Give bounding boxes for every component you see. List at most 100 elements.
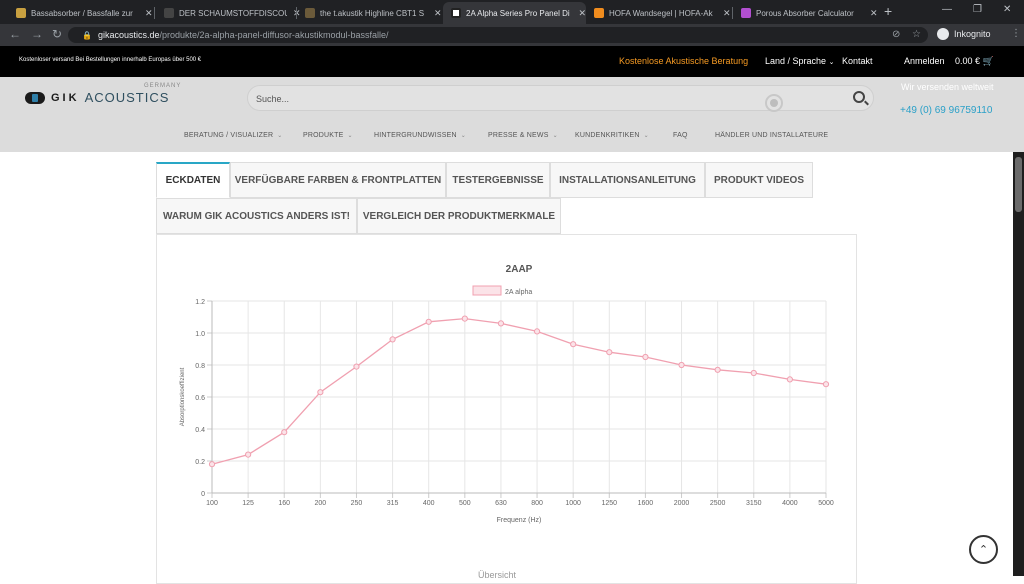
minimize-icon[interactable]: — — [942, 4, 952, 15]
nav-item-kundenkritiken[interactable]: KUNDENKRITIKEN ⌄ — [575, 132, 649, 139]
nav-item-haendler[interactable]: HÄNDLER UND INSTALLATEURE — [715, 132, 828, 139]
phone-number[interactable]: +49 (0) 69 96759110 — [900, 105, 992, 116]
cart-button[interactable]: 0.00 € 🛒 — [955, 56, 994, 67]
data-point — [642, 353, 649, 361]
y-tick-label: 1.2 — [195, 299, 205, 306]
tab-favicon-icon — [741, 8, 751, 18]
tab-testergebnisse[interactable]: TESTERGEBNISSE — [446, 162, 550, 198]
y-tick-label: 0.2 — [195, 459, 205, 466]
chart-title: 2AAP — [506, 264, 533, 275]
advice-link[interactable]: Kostenlose Akustische Beratung — [619, 56, 748, 66]
tab-close-icon[interactable]: ✕ — [578, 8, 586, 19]
new-tab-icon[interactable]: + — [884, 3, 892, 19]
tab-installationsanleitung[interactable]: INSTALLATIONSANLEITUNG — [550, 162, 705, 198]
tab-title: HOFA Wandsegel | HOFA-Ak — [609, 8, 713, 18]
star-icon[interactable]: ☆ — [912, 29, 921, 40]
tab-produkt-videos[interactable]: PRODUKT VIDEOS — [705, 162, 813, 198]
data-point — [208, 461, 216, 468]
x-tick-label: 1250 — [602, 500, 618, 507]
data-point — [570, 341, 577, 348]
nav-item-beratung[interactable]: BERATUNG / VISUALIZER ⌄ — [184, 132, 283, 139]
contact-link[interactable]: Kontakt — [842, 56, 873, 66]
chevron-down-icon: ⌄ — [643, 133, 649, 139]
chevron-down-icon: ⌄ — [460, 133, 466, 139]
browser-tab-active[interactable]: 2A Alpha Series Pro Panel Di ✕ — [443, 2, 586, 24]
x-tick-label: 2000 — [674, 500, 690, 507]
back-icon[interactable]: ← — [9, 27, 21, 41]
data-point — [461, 315, 468, 322]
logo-acoustics: ACOUSTICS — [84, 90, 170, 105]
eye-off-icon[interactable]: ⊘ — [892, 29, 900, 40]
chevron-down-icon: ⌄ — [552, 133, 558, 139]
forward-icon[interactable]: → — [31, 27, 43, 41]
url-path: /produkte/2a-alpha-panel-diffusor-akusti… — [159, 30, 389, 40]
tab-vergleich[interactable]: VERGLEICH DER PRODUKTMERKMALE — [357, 198, 561, 234]
loading-spinner-icon — [765, 94, 783, 112]
tab-warum-gik[interactable]: WARUM GIK ACOUSTICS ANDERS IST! — [156, 198, 357, 234]
tab-close-icon[interactable]: ✕ — [870, 8, 878, 19]
tab-close-icon[interactable]: ✕ — [434, 8, 442, 19]
data-point — [425, 318, 432, 325]
x-tick-label: 800 — [531, 500, 543, 507]
tab-eckdaten[interactable]: ECKDATEN — [156, 162, 230, 198]
site-top-bar: Kostenloser versand Bei Bestellungen inn… — [0, 46, 1024, 77]
x-axis-label: Frequenz (Hz) — [497, 517, 542, 524]
x-tick-label: 400 — [423, 500, 435, 507]
browser-tab[interactable]: DER SCHAUMSTOFFDISCOUNT ✕ — [156, 2, 302, 24]
reload-icon[interactable]: ↻ — [52, 27, 62, 41]
login-link[interactable]: Anmelden — [904, 56, 945, 66]
lock-icon: 🔒 — [82, 30, 92, 40]
x-tick-label: 500 — [459, 500, 471, 507]
x-tick-label: 1000 — [565, 500, 581, 507]
search-input[interactable]: Suche... — [247, 85, 874, 112]
x-tick-label: 100 — [206, 500, 218, 507]
tab-close-icon[interactable]: ✕ — [723, 8, 731, 19]
logo[interactable]: GIK ACOUSTICS GERMANY — [25, 83, 180, 105]
url-domain: gikacoustics.de — [97, 30, 160, 40]
nav-item-faq[interactable]: FAQ — [673, 132, 688, 139]
tab-favicon-icon — [451, 8, 461, 18]
country-language-menu[interactable]: Land / Sprache ⌄ — [765, 56, 834, 66]
shipping-note: Kostenloser versand Bei Bestellungen inn… — [19, 57, 202, 63]
profile-label: Inkognito — [954, 29, 991, 39]
search-placeholder: Suche... — [256, 94, 290, 104]
browser-tab[interactable]: the t.akustik Highline CBT1 S ✕ — [297, 2, 443, 24]
tab-close-icon[interactable]: ✕ — [145, 8, 153, 19]
overview-heading-partial: Übersicht — [478, 570, 517, 580]
scrollbar[interactable] — [1013, 152, 1024, 576]
data-point — [822, 381, 830, 388]
y-tick-label: 0 — [201, 491, 205, 498]
x-tick-label: 630 — [495, 500, 507, 507]
y-tick-label: 0.4 — [195, 427, 205, 434]
legend-label: 2A alpha — [505, 289, 532, 296]
y-tick-label: 1.0 — [195, 331, 205, 338]
search-icon[interactable] — [853, 91, 865, 103]
chart-panel: 2AAP 2A alpha 0 0.2 0.4 0.6 0.8 1.0 1.2 100 125 160… — [156, 234, 857, 584]
nav-item-hintergrundwissen[interactable]: HINTERGRUNDWISSEN ⌄ — [374, 132, 466, 139]
back-to-top-button[interactable]: ⌃ — [969, 535, 998, 564]
incognito-icon — [937, 28, 949, 40]
cart-total: 0.00 € — [955, 56, 981, 66]
url-field[interactable]: 🔒 gikacoustics.de/produkte/2a-alpha-pane… — [68, 27, 928, 43]
browser-tab[interactable]: Porous Absorber Calculator ✕ — [733, 2, 879, 24]
chevron-down-icon: ⌄ — [347, 133, 353, 139]
logo-gik: GIK — [51, 91, 80, 104]
series-line — [211, 317, 827, 465]
tab-farben-frontplatten[interactable]: VERFÜGBARE FARBEN & FRONTPLATTEN — [230, 162, 446, 198]
data-point — [245, 451, 252, 458]
nav-item-presse[interactable]: PRESSE & NEWS ⌄ — [488, 132, 558, 139]
browser-tab[interactable]: HOFA Wandsegel | HOFA-Ak ✕ — [586, 2, 732, 24]
tab-title: Bassabsorber / Bassfalle zur — [31, 8, 133, 18]
scrollbar-thumb[interactable] — [1015, 157, 1022, 212]
restore-icon[interactable]: ❐ — [973, 4, 982, 15]
x-tick-label: 5000 — [818, 500, 834, 507]
nav-item-produkte[interactable]: PRODUKTE ⌄ — [303, 132, 353, 139]
browser-tab[interactable]: Bassabsorber / Bassfalle zur ✕ — [8, 2, 154, 24]
x-tick-label: 200 — [315, 500, 327, 507]
tab-favicon-icon — [594, 8, 604, 18]
close-window-icon[interactable]: ✕ — [1003, 4, 1011, 15]
incognito-profile[interactable]: Inkognito — [937, 28, 991, 40]
x-tick-label: 2500 — [710, 500, 726, 507]
menu-icon[interactable]: ⋮ — [1011, 28, 1021, 39]
tab-favicon-icon — [16, 8, 26, 18]
